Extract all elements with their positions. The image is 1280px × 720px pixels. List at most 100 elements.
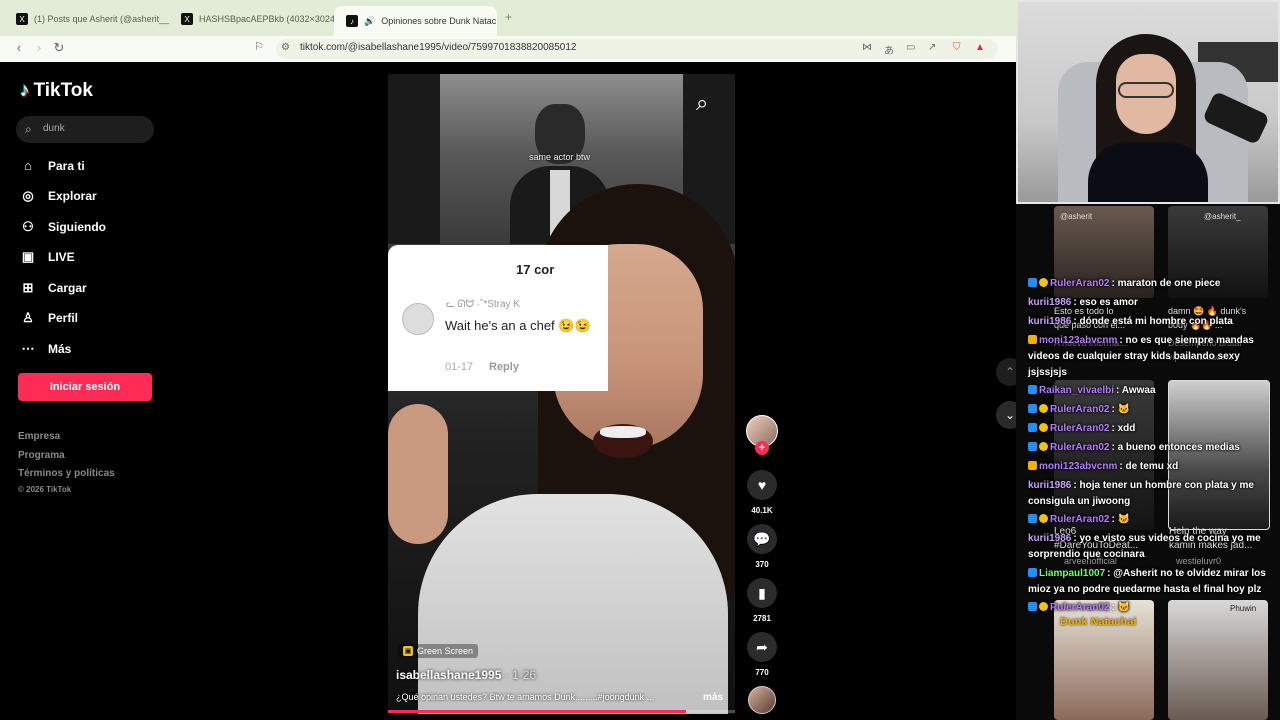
nav-label: Explorar xyxy=(48,189,97,203)
comment-total: 370 xyxy=(755,560,769,569)
site-info-icon[interactable]: ⚙ xyxy=(281,42,290,53)
chat-user[interactable]: Liampaul1007 xyxy=(1039,568,1105,579)
warning-badge-icon xyxy=(1039,404,1048,413)
nav-live[interactable]: ▣ LIVE xyxy=(20,249,75,265)
chat-user[interactable]: kurii1986 xyxy=(1028,480,1071,491)
twitch-badge-icon xyxy=(1028,602,1037,611)
share-action[interactable]: ➦ 770 xyxy=(742,632,782,677)
nav-siguiendo[interactable]: ⚇ Siguiendo xyxy=(20,219,106,235)
video-date: · 1-26 xyxy=(504,668,537,682)
chat-user[interactable]: moni123abvcnm xyxy=(1039,461,1117,472)
home-icon: ⌂ xyxy=(24,158,32,173)
caption-more-link[interactable]: más xyxy=(703,692,723,703)
chat-user[interactable]: moni123abvcnm xyxy=(1039,335,1117,346)
music-disc[interactable] xyxy=(748,686,776,714)
video-caption: ¿Qué opinan ustedes? Btw te amamos Dunk.… xyxy=(396,692,655,702)
url-text[interactable]: tiktok.com/@isabellashane1995/video/7599… xyxy=(300,42,576,53)
thumb-5[interactable]: Dunk Natachai xyxy=(1054,600,1154,720)
tab-asherit-posts[interactable]: X (1) Posts que Asherit (@asherit__) ha xyxy=(4,6,169,32)
chevron-down-icon[interactable]: ⌄ xyxy=(996,401,1016,429)
pip-icon[interactable]: ▭ xyxy=(906,42,915,53)
commenter-avatar xyxy=(402,303,434,335)
effect-badge[interactable]: ▣ Green Screen xyxy=(398,644,479,658)
tab-image[interactable]: X HASHSBpacAEPBkb (4032×3024) xyxy=(169,6,334,32)
thumb-label: @asherit_ xyxy=(1204,212,1241,221)
footer-link-programa[interactable]: Programa xyxy=(18,450,65,461)
forward-button[interactable]: › xyxy=(30,40,48,55)
share-arrow-icon: ➦ xyxy=(747,632,777,662)
chat-user[interactable]: Raikan_vivaelbi xyxy=(1039,385,1114,396)
comment-icon: 💬 xyxy=(747,524,777,554)
share-count: 770 xyxy=(755,668,769,677)
brave-rewards-icon[interactable]: ▲ xyxy=(975,42,985,53)
chat-user[interactable]: RulerAran02 xyxy=(1050,602,1109,613)
chat-user[interactable]: RulerAran02 xyxy=(1050,514,1109,525)
tab-label: HASHSBpacAEPBkb (4032×3024) xyxy=(199,14,334,24)
chat-message: RulerAran02: 🐱 xyxy=(1028,402,1274,418)
follow-button[interactable]: + xyxy=(755,441,769,455)
chat-user[interactable]: kurii1986 xyxy=(1028,533,1071,544)
bookmark-icon[interactable]: ⚐ xyxy=(250,40,268,53)
save-action[interactable]: ▮ 2781 xyxy=(742,578,782,623)
comment-text: Wait he's an a chef 😉😉 xyxy=(445,318,591,333)
chat-user[interactable]: kurii1986 xyxy=(1028,297,1071,308)
back-button[interactable]: ‹ xyxy=(10,40,28,55)
streamer-shirt xyxy=(1088,142,1208,202)
chat-message: RulerAran02: 🐱 xyxy=(1028,512,1274,528)
tiktok-logo[interactable]: ♪ TikTok xyxy=(20,80,93,102)
chat-user[interactable]: RulerAran02 xyxy=(1050,423,1109,434)
nav-explorar[interactable]: ◎ Explorar xyxy=(20,188,97,204)
new-tab-button[interactable]: + xyxy=(505,10,512,24)
compass-icon: ◎ xyxy=(22,188,34,203)
nav-perfil[interactable]: ♙ Perfil xyxy=(20,310,78,326)
chat-text: xdd xyxy=(1117,423,1136,434)
chat-user[interactable]: kurii1986 xyxy=(1028,316,1071,327)
tiktok-note-icon: ♪ xyxy=(20,80,30,101)
share-icon[interactable]: ↗ xyxy=(928,42,936,53)
comment-action[interactable]: 💬 370 xyxy=(742,524,782,569)
tab-label: (1) Posts que Asherit (@asherit__) ha xyxy=(34,14,169,24)
nav-mas[interactable]: ⋯ Más xyxy=(20,341,72,357)
chat-text: dónde está mi hombre con plata xyxy=(1079,316,1233,327)
twitch-badge-icon xyxy=(1028,423,1037,432)
video-player[interactable]: same actor btw 17 cor ᓚ ᘏᗢ ·˚*Stray K Wa… xyxy=(388,74,735,714)
chat-user[interactable]: RulerAran02 xyxy=(1050,404,1109,415)
footer-link-empresa[interactable]: Empresa xyxy=(18,431,60,442)
crown-badge-icon xyxy=(1028,335,1037,344)
warning-badge-icon xyxy=(1039,278,1048,287)
reload-button[interactable]: ↻ xyxy=(50,40,68,56)
nav-cargar[interactable]: ⊞ Cargar xyxy=(20,280,87,296)
footer-link-terminos[interactable]: Términos y políticas xyxy=(18,468,115,479)
twitch-badge-icon xyxy=(1028,514,1037,523)
x-logo-icon: X xyxy=(16,13,28,25)
heart-icon: ♥ xyxy=(747,470,777,500)
like-action[interactable]: ♥ 40.1K xyxy=(742,470,782,515)
chat-user[interactable]: RulerAran02 xyxy=(1050,278,1109,289)
search-input[interactable]: ⌕ dunk xyxy=(16,116,154,143)
nav-para-ti[interactable]: ⌂ Para ti xyxy=(20,158,85,173)
webcam-feed xyxy=(1016,0,1280,204)
video-search-icon[interactable]: ⌕ xyxy=(696,90,708,116)
chevron-up-icon[interactable]: ⌃ xyxy=(996,358,1016,386)
video-author[interactable]: isabellashane1995 · 1-26 xyxy=(396,668,536,682)
chat-text: de temu xd xyxy=(1125,461,1179,472)
login-button[interactable]: Iniciar sesión xyxy=(18,373,152,401)
translate-icon[interactable]: あ xyxy=(884,42,894,57)
chat-text: 🐱 xyxy=(1117,514,1131,525)
nav-label: Cargar xyxy=(48,281,87,295)
thumb-6[interactable]: Phuwin xyxy=(1168,600,1268,720)
video-progress-fill xyxy=(388,710,687,713)
video-progress-bar[interactable] xyxy=(388,710,735,713)
chat-text: maraton de one piece xyxy=(1117,278,1221,289)
live-icon: ▣ xyxy=(21,249,35,264)
brave-shield-icon[interactable]: ⛉ xyxy=(953,42,961,53)
tab-tiktok[interactable]: ♪ 🔊 Opiniones sobre Dunk Natac × xyxy=(334,6,497,36)
chat-message: RulerAran02: 🐱 xyxy=(1028,600,1274,616)
chat-message: Raikan_vivaelbi: Awwaa xyxy=(1028,383,1274,399)
chat-text: 🐱 xyxy=(1117,602,1131,613)
warning-badge-icon xyxy=(1039,514,1048,523)
chat-user[interactable]: RulerAran02 xyxy=(1050,442,1109,453)
reader-icon[interactable]: ⋈ xyxy=(862,42,872,53)
copyright: © 2026 TikTok xyxy=(18,485,72,494)
streamer-glasses xyxy=(1118,82,1174,98)
